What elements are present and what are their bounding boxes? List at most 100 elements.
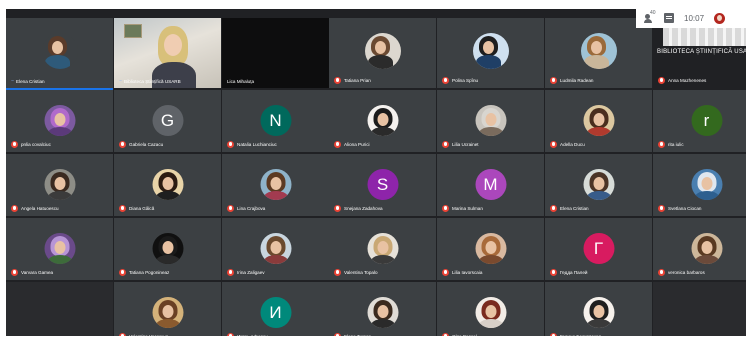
participant-name-row: Marina Sulman [442, 205, 483, 212]
participant-name-row: Tatiana Pogonineaz [119, 269, 169, 276]
participant-name: Anna Mazhenenes [668, 78, 707, 83]
participant-tile[interactable]: Valentina Vacaruus [114, 282, 221, 336]
avatar: G [152, 105, 183, 136]
avatar: M [475, 169, 506, 200]
participant-tile[interactable]: Irina Zaligaev [222, 218, 329, 280]
avatar: И [260, 297, 291, 328]
avatar [367, 233, 398, 264]
self-avatar[interactable] [714, 12, 726, 24]
audio-level-icon: ··· [119, 78, 122, 84]
participant-tile[interactable]: Olga Bascal [437, 282, 544, 336]
participant-name-row: Valentina Topalo [334, 269, 378, 276]
participant-name-row: Tatiana Prian [334, 77, 371, 84]
participant-tile[interactable]: Галина Белковская [545, 282, 652, 336]
top-controls: 40 10:07 [636, 8, 753, 28]
avatar [583, 169, 614, 200]
participant-name-row: rita iulic [658, 141, 684, 148]
participant-tile[interactable]: Svetlana Ciocan [653, 154, 746, 216]
participant-tile[interactable]: M Marina Sulman [437, 154, 544, 216]
participant-name-row: Гедда Палей [550, 269, 587, 276]
participant-tile[interactable]: Varvara Gamea [6, 218, 113, 280]
mic-off-icon [658, 77, 665, 84]
participant-name-row: veronica barbaros [658, 269, 705, 276]
mic-off-icon [442, 141, 449, 148]
participant-tile[interactable]: Lilia Ucrainet [437, 90, 544, 152]
clock: 10:07 [684, 13, 705, 23]
participant-tile[interactable]: Lica Mihaluța [222, 18, 329, 88]
participant-tile[interactable]: BIBLIOTECA ȘTIINȚIFICĂ USARB Anna Mazhene… [653, 18, 746, 88]
participant-tile[interactable]: G Gabriela Cazacu [114, 90, 221, 152]
participant-tile[interactable]: И Игорь Афилин [222, 282, 329, 336]
participant-name: Lilia Ucrainet [452, 142, 479, 147]
participant-tile[interactable]: Lilia Iavorscaia [437, 218, 544, 280]
library-label: BIBLIOTECA ȘTIINȚIFICĂ USARB [657, 49, 746, 55]
participant-name: veronica barbaros [668, 270, 705, 275]
participant-name-row: Diana Gâlcă [119, 205, 154, 212]
participant-name: Tatiana Prian [344, 78, 371, 83]
participant-tile[interactable]: pnlia covalciuc [6, 90, 113, 152]
mic-off-icon [658, 205, 665, 212]
participant-name: Gabriela Cazacu [129, 142, 164, 147]
participant-name: Angela Hatuoescu [21, 206, 59, 211]
avatar [367, 105, 398, 136]
participant-name-row: Valentina Vacaruus [119, 333, 168, 336]
participant-name: Lina Crajbova [237, 206, 266, 211]
avatar [152, 233, 183, 264]
participant-name: Olga Bascal [452, 334, 477, 336]
avatar [367, 297, 398, 328]
participant-name-row: Snejana Zadahova [334, 205, 383, 212]
participant-tile[interactable]: Г Гедда Палей [545, 218, 652, 280]
avatar [152, 297, 183, 328]
participant-tile[interactable]: Angela Hatuoescu [6, 154, 113, 216]
participant-tile[interactable]: N Natalia Luchianciuc [222, 90, 329, 152]
participant-tile[interactable]: Ludmila Radean [545, 18, 652, 88]
participant-name: pnlia covalciuc [21, 142, 51, 147]
participant-name: Adella Ducu [560, 142, 585, 147]
participant-name-row: Angela Hatuoescu [11, 205, 59, 212]
participant-name: Svetlana Ciocan [668, 206, 702, 211]
mic-off-icon [334, 205, 341, 212]
participant-tile[interactable]: veronica barbaros [653, 218, 746, 280]
participant-name-row: Anna Mazhenenes [658, 77, 706, 84]
chat-icon[interactable] [664, 13, 674, 23]
avatar [260, 233, 291, 264]
participant-tile[interactable]: Adella Ducu [545, 90, 652, 152]
avatar [580, 33, 617, 69]
avatar [475, 233, 506, 264]
mic-off-icon [334, 141, 341, 148]
participant-name: Marina Sulman [452, 206, 483, 211]
participant-tile[interactable]: Tatiana Prian [329, 18, 436, 88]
participant-tile[interactable]: r rita iulic [653, 90, 746, 152]
people-icon[interactable]: 40 [644, 10, 656, 23]
participant-name-row: Olga Bascal [442, 333, 477, 336]
avatar [691, 169, 722, 200]
mic-off-icon [227, 205, 234, 212]
avatar: Г [583, 233, 614, 264]
participant-name: Diana Gâlcă [129, 206, 155, 211]
participant-name-row: Lina Crajbova [227, 205, 265, 212]
participant-name-row: Irina Zaligaev [227, 269, 265, 276]
mic-off-icon [442, 269, 449, 276]
avatar [260, 169, 291, 200]
participant-name: Elena Turcan [344, 334, 371, 336]
mic-off-icon [550, 205, 557, 212]
mic-off-icon [11, 205, 18, 212]
participant-tile[interactable]: Lina Crajbova [222, 154, 329, 216]
participant-name: Гедда Палей [560, 270, 588, 275]
mic-off-icon [227, 141, 234, 148]
participant-name-row: Svetlana Ciocan [658, 205, 701, 212]
participant-tile[interactable]: Diana Gâlcă [114, 154, 221, 216]
participant-tile[interactable]: Elena Turcan [329, 282, 436, 336]
mic-off-icon [658, 269, 665, 276]
participant-tile[interactable]: ··· Biblioteca Științifică USARB [114, 18, 221, 88]
avatar [472, 33, 509, 69]
participant-tile[interactable]: Aliona Purici [329, 90, 436, 152]
avatar: N [260, 105, 291, 136]
participant-tile[interactable]: Polina Spînu [437, 18, 544, 88]
participant-tile[interactable]: S Snejana Zadahova [329, 154, 436, 216]
participant-tile[interactable]: Valentina Topalo [329, 218, 436, 280]
participant-name-row: ··· Biblioteca Științifică USARB [119, 78, 181, 84]
participant-tile[interactable]: ··· Elena Cristian [6, 18, 113, 88]
participant-tile[interactable]: Elena Cristian [545, 154, 652, 216]
participant-tile[interactable]: Tatiana Pogonineaz [114, 218, 221, 280]
